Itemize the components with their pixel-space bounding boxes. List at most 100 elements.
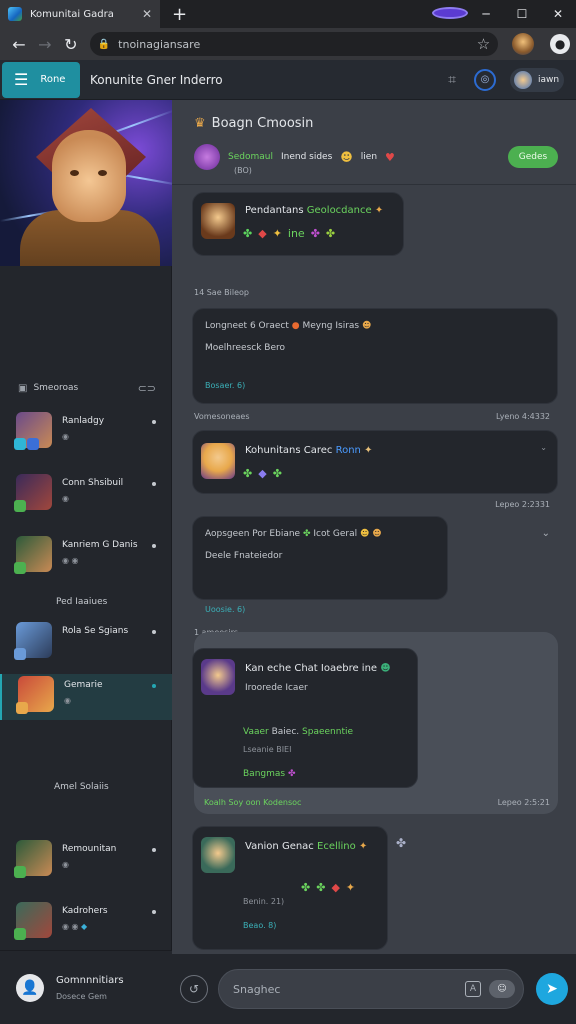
sidebar-item-rola[interactable]: Rola Se Sgians xyxy=(0,620,172,664)
chevron-down-icon[interactable]: ⌄ xyxy=(540,443,547,452)
avatar xyxy=(14,622,52,660)
page-title: Konunite Gner Inderro xyxy=(90,72,223,87)
link-icon[interactable]: ⊂⊃ xyxy=(138,382,156,395)
timestamp: Lepeo 2:5:21 xyxy=(497,798,550,807)
url-field[interactable]: 🔒 tnoinagiansare ☆ xyxy=(89,32,499,56)
activity-ring-icon[interactable]: ◎ xyxy=(474,68,496,91)
avatar xyxy=(14,902,52,940)
folder-icon: ▣ xyxy=(18,382,28,394)
close-window-icon[interactable]: ✕ xyxy=(540,7,576,21)
reaction-row: ✤ ◆ ✤ xyxy=(243,467,282,480)
avatar xyxy=(201,203,235,239)
sidebar-group-label: Amel Solaiis xyxy=(54,782,109,792)
more-dot-icon[interactable] xyxy=(152,544,156,548)
sidebar-item-kadrohers[interactable]: Kadrohers ◉ ◉ ◆ xyxy=(0,900,172,944)
url-text: tnoinagiansare xyxy=(118,37,201,51)
status-icon: ◉ xyxy=(62,860,69,869)
sidebar-item-label: Remounitan xyxy=(62,844,117,854)
more-dot-icon[interactable] xyxy=(152,848,156,852)
host-tag: Sedomaul xyxy=(228,152,273,162)
message-line: Longneet 6 Oraect ● Meyng Isiras ☻ xyxy=(205,321,372,331)
back-arrow-icon[interactable]: ← xyxy=(6,35,32,54)
more-dot-icon[interactable] xyxy=(152,684,156,688)
send-button[interactable]: ➤ xyxy=(536,973,568,1005)
message-composer: ↺ A ☺ ➤ xyxy=(172,954,576,1024)
user-icon: 👤 xyxy=(16,973,44,1002)
reaction-row: ✤ ✤ ◆ ✦ xyxy=(301,881,356,894)
user-menu-button[interactable]: iawn xyxy=(510,67,564,92)
host-name: Inend sides xyxy=(280,152,333,162)
sidebar-item-conn-shsibuil[interactable]: Conn Shsibuil ◉ xyxy=(0,472,172,516)
avatar xyxy=(514,70,532,89)
browser-tab[interactable]: Komunitai Gadra ✕ xyxy=(0,0,160,28)
extension-avatar-icon[interactable] xyxy=(512,33,535,55)
message-line: Aopsgeen Por Ebiane ✤ Icot Geral ☻ ☻ xyxy=(205,529,382,539)
profile-icon[interactable] xyxy=(432,6,468,22)
gif-icon[interactable]: A xyxy=(465,981,481,997)
message-card[interactable]: Vanion Genac Ecellino ✦ ✤ ✤ ◆ ✦ Benin. 21) … xyxy=(192,826,388,950)
message-card[interactable]: Longneet 6 Oraect ● Meyng Isiras ☻ Moelh… xyxy=(192,308,558,404)
thread-footer: Koalh Soy oon Kodensoc xyxy=(204,798,302,807)
sidebar-group-label: Ped Iaaiues xyxy=(56,597,108,607)
sidebar-item-gemarie[interactable]: Gemarie ◉ xyxy=(0,674,172,720)
reload-icon[interactable]: ↻ xyxy=(58,35,84,54)
message-input-wrapper: A ☺ xyxy=(218,969,524,1009)
message-title: Kohunitans Carec Ronn ✦ xyxy=(245,445,373,456)
message-meta: Beao. 8) xyxy=(243,921,277,930)
divider xyxy=(172,184,576,185)
sidebar-section-header: ▣ Smeoroas ⊂⊃ xyxy=(0,376,172,400)
forward-arrow-icon[interactable]: → xyxy=(32,35,58,54)
message-card[interactable]: Pendantans Geolocdance ✦ ✤ ◆ ✦ ine ✤ ✤ xyxy=(192,192,404,256)
chat-main: ♛ Boagn Cmoosin Sedomaul Inend sides ☻ li… xyxy=(172,100,576,954)
message-card[interactable]: Kan eche Chat Ioaebre ine ☻ Iroorede Ica… xyxy=(192,648,418,788)
new-tab-icon[interactable]: + xyxy=(172,4,187,25)
reaction-icon[interactable]: ✤ xyxy=(396,836,406,850)
host-sub: (BO) xyxy=(234,166,252,175)
message-meta: Uoosie. 6) xyxy=(205,605,246,614)
more-dot-icon[interactable] xyxy=(152,630,156,634)
sidebar-item-label: Rola Se Sgians xyxy=(62,626,129,636)
more-dot-icon[interactable] xyxy=(152,482,156,486)
maximize-icon[interactable]: ☐ xyxy=(504,7,540,21)
sidebar-item-label: Conn Shsibuil xyxy=(62,478,124,488)
avatar xyxy=(14,474,52,512)
site-favicon-icon xyxy=(8,7,22,21)
sidebar-item-ranladgy[interactable]: Ranladgy ◉ xyxy=(0,410,172,454)
message-meta: Benin. 21) xyxy=(243,897,285,906)
message-meta: Lseanie BIEI xyxy=(243,745,292,754)
message-input[interactable] xyxy=(233,982,459,996)
address-bar: ← → ↻ 🔒 tnoinagiansare ☆ ● xyxy=(0,28,576,60)
sidebar-item-remounitan[interactable]: Remounitan ◉ xyxy=(0,838,172,882)
status-icon: ◉ ◉ xyxy=(62,556,79,565)
community-banner-image xyxy=(0,100,172,266)
avatar xyxy=(201,659,235,695)
sidebar-footer[interactable]: 👤 Gomnnnitiars Dosece Gem xyxy=(0,950,172,1024)
browser-tabbar: Komunitai Gadra ✕ + ─ ☐ ✕ xyxy=(0,0,576,28)
message-card[interactable]: Kohunitans Carec Ronn ✦ ✤ ◆ ✤ ⌄ xyxy=(192,430,558,494)
channel-icon: ♛ xyxy=(194,116,206,131)
chevron-down-icon[interactable]: ⌄ xyxy=(542,528,550,539)
avatar xyxy=(201,443,235,479)
lock-icon: 🔒 xyxy=(97,38,111,50)
join-button[interactable]: Gedes xyxy=(508,146,558,168)
more-dot-icon[interactable] xyxy=(152,420,156,424)
more-dot-icon[interactable] xyxy=(152,910,156,914)
avatar xyxy=(14,536,52,574)
emoji-picker-icon[interactable]: ☺ xyxy=(489,980,515,998)
footer-title: Gomnnnitiars xyxy=(56,974,124,986)
close-icon[interactable]: ✕ xyxy=(142,7,152,21)
attach-icon[interactable]: ↺ xyxy=(180,975,208,1003)
minimize-icon[interactable]: ─ xyxy=(468,7,504,21)
date-separator: Vomesoneaes xyxy=(194,412,250,421)
home-menu-button[interactable]: ☰ Rone xyxy=(2,61,80,98)
date-separator: 14 Sae Bileop xyxy=(194,288,249,297)
sidebar-item-kanriem[interactable]: Kanriem G Danis ◉ ◉ xyxy=(0,534,172,578)
grid-icon[interactable]: ⌗ xyxy=(448,72,456,88)
message-title: Kan eche Chat Ioaebre ine ☻ xyxy=(245,663,391,674)
avatar xyxy=(194,144,220,170)
account-icon[interactable]: ● xyxy=(550,34,571,54)
user-name: iawn xyxy=(538,74,560,85)
bookmark-star-icon[interactable]: ☆ xyxy=(477,35,490,53)
message-card[interactable]: Aopsgeen Por Ebiane ✤ Icot Geral ☻ ☻ Dee… xyxy=(192,516,448,614)
avatar xyxy=(14,412,52,450)
